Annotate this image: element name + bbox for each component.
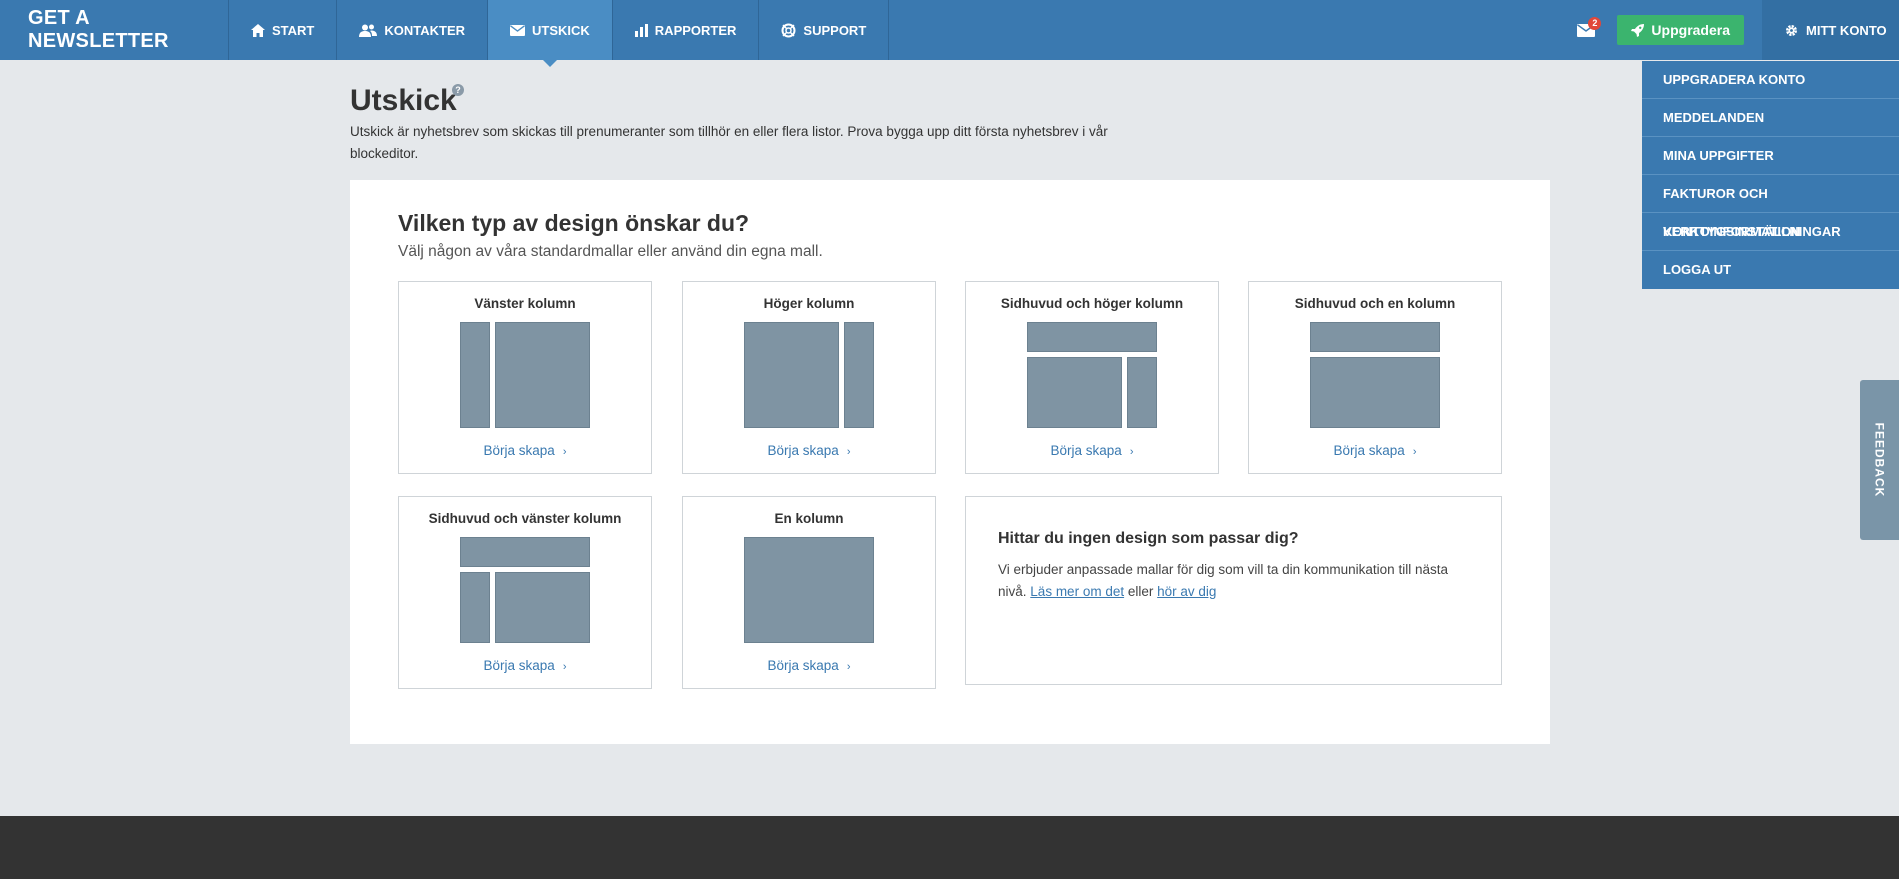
help-icon[interactable]: ? bbox=[452, 84, 464, 96]
feedback-label: FEEDBACK bbox=[1872, 422, 1887, 498]
nav-utskick[interactable]: UTSKICK bbox=[488, 0, 613, 67]
info-title: Hittar du ingen design som passar dig? bbox=[998, 530, 1299, 547]
template-card-header-right-column[interactable]: Sidhuvud och höger kolumn Börja skapa › bbox=[965, 281, 1219, 474]
users-icon bbox=[359, 24, 378, 37]
account-dropdown: UPPGRADERA KONTO MEDDELANDEN MINA UPPGIF… bbox=[1642, 61, 1899, 289]
envelope-icon bbox=[510, 24, 526, 36]
unread-badge: 2 bbox=[1588, 17, 1602, 30]
nav-rapporter-label: RAPPORTER bbox=[654, 22, 737, 38]
account-label: MITT KONTO bbox=[1806, 22, 1887, 38]
nav-start[interactable]: START bbox=[229, 0, 338, 60]
nav-support[interactable]: SUPPORT bbox=[759, 0, 890, 60]
start-create-link[interactable]: Börja skapa › bbox=[683, 658, 935, 673]
template-thumbnail bbox=[1310, 322, 1440, 428]
design-picker-panel: Vilken typ av design önskar du? Välj någ… bbox=[350, 180, 1550, 744]
template-thumbnail bbox=[744, 537, 874, 643]
template-title: En kolumn bbox=[774, 511, 844, 526]
home-icon bbox=[251, 23, 265, 37]
chevron-right-icon: › bbox=[562, 661, 567, 673]
brand-logo[interactable]: GET A NEWSLETTER bbox=[0, 0, 229, 60]
read-more-link[interactable]: Läs mer om det bbox=[1030, 584, 1124, 599]
menu-item-invoices[interactable]: FAKTUROR OCH KONTOINFORMATION bbox=[1642, 175, 1899, 239]
template-thumbnail bbox=[460, 537, 590, 643]
page-description: Utskick är nyhetsbrev som skickas till p… bbox=[350, 124, 1108, 161]
start-create-link[interactable]: Börja skapa › bbox=[399, 658, 651, 673]
contact-us-link[interactable]: hör av dig bbox=[1157, 584, 1216, 599]
template-card-right-column[interactable]: Höger kolumn Börja skapa › bbox=[682, 281, 936, 474]
nav-start-label: START bbox=[272, 22, 315, 38]
rocket-icon bbox=[1631, 23, 1645, 37]
footer bbox=[0, 816, 1899, 879]
template-card-left-column[interactable]: Vänster kolumn Börja skapa › bbox=[398, 281, 652, 474]
template-card-header-one-column[interactable]: Sidhuvud och en kolumn Börja skapa › bbox=[1248, 281, 1502, 474]
nav-utskick-label: UTSKICK bbox=[532, 22, 590, 38]
nav-kontakter[interactable]: KONTAKTER bbox=[337, 0, 489, 60]
template-card-one-column[interactable]: En kolumn Börja skapa › bbox=[682, 496, 936, 689]
bar-chart-icon bbox=[634, 23, 648, 37]
nav-support-label: SUPPORT bbox=[803, 22, 867, 38]
start-create-link[interactable]: Börja skapa › bbox=[399, 443, 651, 458]
menu-item-messages[interactable]: MEDDELANDEN bbox=[1642, 99, 1899, 137]
chevron-right-icon: › bbox=[846, 661, 851, 673]
chevron-right-icon: › bbox=[562, 446, 567, 458]
template-thumbnail bbox=[1027, 322, 1157, 428]
account-menu-button[interactable]: MITT KONTO bbox=[1762, 0, 1899, 60]
info-text: Vi erbjuder anpassade mallar för dig som… bbox=[998, 562, 1448, 599]
template-thumbnail bbox=[460, 322, 590, 428]
menu-item-upgrade-account[interactable]: UPPGRADERA KONTO bbox=[1642, 61, 1899, 99]
custom-design-info: Hittar du ingen design som passar dig? V… bbox=[965, 496, 1502, 685]
start-create-link[interactable]: Börja skapa › bbox=[966, 443, 1218, 458]
start-create-link[interactable]: Börja skapa › bbox=[1249, 443, 1501, 458]
feedback-tab[interactable]: FEEDBACK bbox=[1860, 380, 1899, 540]
template-title: Vänster kolumn bbox=[474, 296, 576, 311]
menu-item-my-details[interactable]: MINA UPPGIFTER bbox=[1642, 137, 1899, 175]
template-title: Höger kolumn bbox=[763, 296, 855, 311]
chevron-right-icon: › bbox=[1129, 446, 1134, 458]
template-card-header-left-column[interactable]: Sidhuvud och vänster kolumn Börja skapa › bbox=[398, 496, 652, 689]
menu-item-tool-settings[interactable]: VERKTYGSINSTÄLLNINGAR bbox=[1642, 213, 1899, 251]
messages-button[interactable]: 2 bbox=[1555, 0, 1617, 60]
lifebuoy-icon bbox=[781, 23, 796, 38]
upgrade-button[interactable]: Uppgradera bbox=[1617, 15, 1744, 45]
start-create-link[interactable]: Börja skapa › bbox=[683, 443, 935, 458]
upgrade-wrap: Uppgradera bbox=[1617, 0, 1762, 60]
page-title: Utskick bbox=[350, 84, 457, 117]
panel-title: Vilken typ av design önskar du? bbox=[398, 210, 750, 236]
template-title: Sidhuvud och vänster kolumn bbox=[428, 511, 622, 526]
menu-item-logout[interactable]: LOGGA UT bbox=[1642, 251, 1899, 289]
template-title: Sidhuvud och en kolumn bbox=[1294, 296, 1456, 311]
gear-icon bbox=[1784, 23, 1799, 38]
nav-rapporter[interactable]: RAPPORTER bbox=[613, 0, 760, 60]
upgrade-label: Uppgradera bbox=[1651, 22, 1730, 38]
header-right: 2 Uppgradera MITT KONTO bbox=[1555, 0, 1899, 60]
chevron-right-icon: › bbox=[1412, 446, 1417, 458]
template-title: Sidhuvud och höger kolumn bbox=[1000, 296, 1184, 311]
nav-kontakter-label: KONTAKTER bbox=[384, 22, 466, 38]
chevron-right-icon: › bbox=[846, 446, 851, 458]
template-thumbnail bbox=[744, 322, 874, 428]
panel-subtitle: Välj någon av våra standardmallar eller … bbox=[398, 243, 823, 260]
top-navigation: GET A NEWSLETTER START KONTAKTER UTSKICK… bbox=[0, 0, 1899, 67]
